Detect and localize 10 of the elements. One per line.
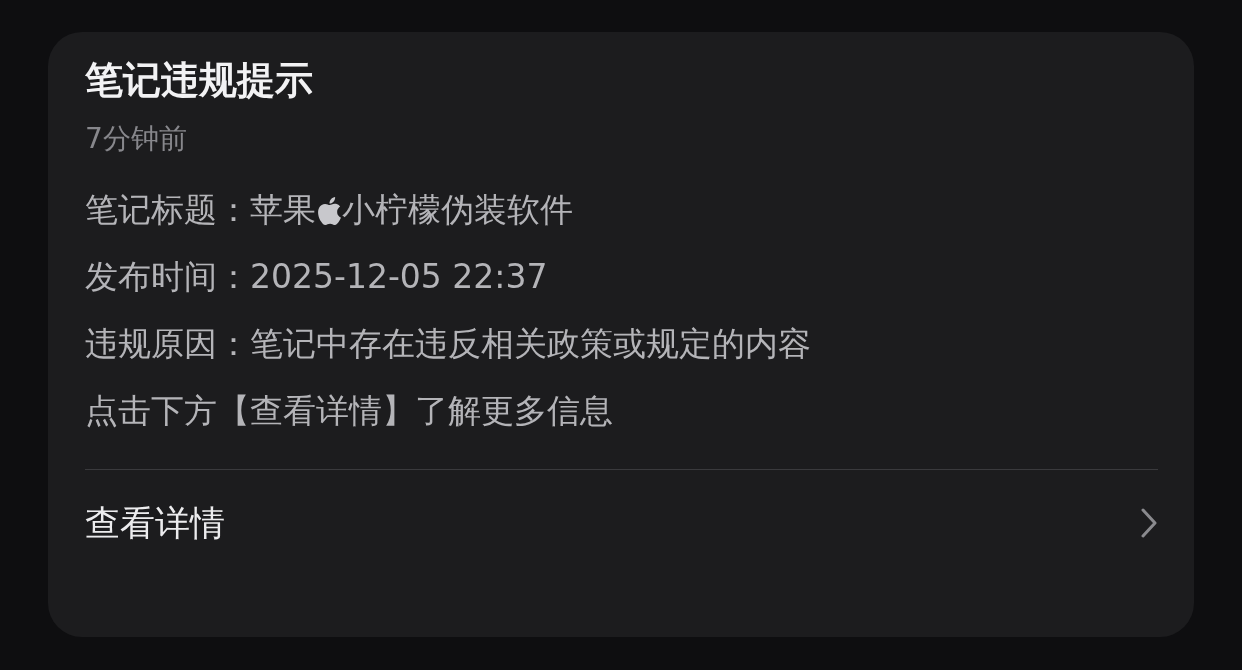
chevron-right-icon[interactable] [1140,507,1158,540]
notice-title: 笔记违规提示 [85,58,314,104]
timestamp: 7分钟前 [85,121,188,156]
apple-logo-icon [316,195,342,226]
view-details-link[interactable]: 查看详情 [85,499,225,547]
detail-text: 小柠檬伪装软件 [342,189,573,232]
detail-text: 发布时间：2025-12-05 22:37 [85,256,548,299]
detail-text: 笔记标题：苹果 [85,189,316,232]
detail-text: 点击下方【查看详情】了解更多信息 [85,389,613,432]
detail-text: 违规原因：笔记中存在违反相关政策或规定的内容 [85,322,811,365]
